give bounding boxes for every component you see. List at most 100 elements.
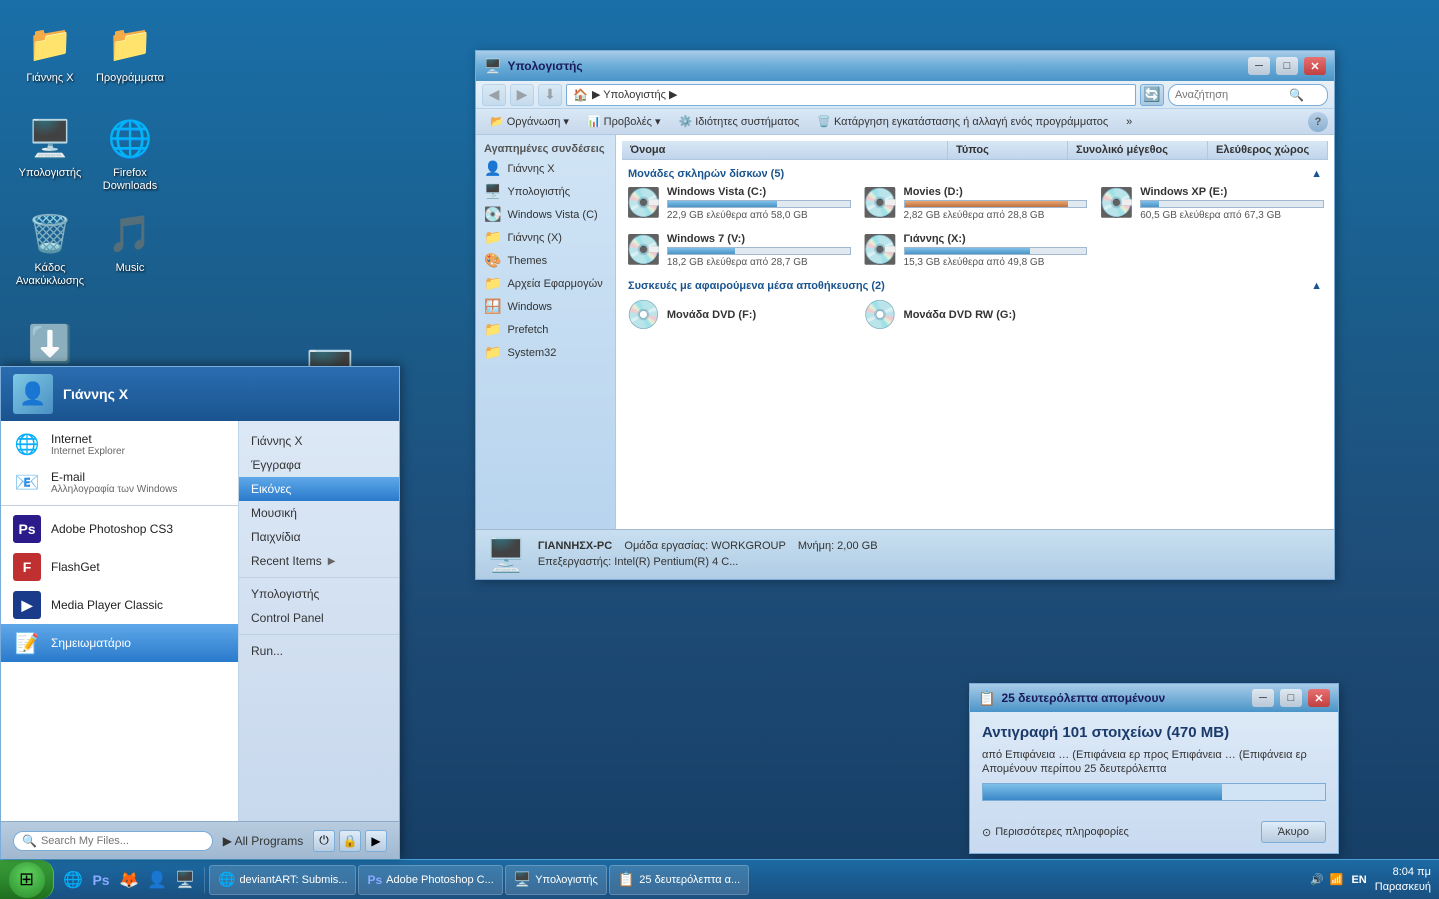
sidebar-item-prefetch[interactable]: 📁 Prefetch (476, 318, 615, 341)
disk-item-xp-e[interactable]: 💽 Windows XP (E:) 60,5 GB ελεύθερα από 6… (1095, 182, 1328, 225)
all-programs-link[interactable]: ▶ All Programs (223, 834, 304, 848)
language-indicator[interactable]: EN (1351, 874, 1366, 886)
views-menu[interactable]: 📊 Προβολές ▾ (579, 113, 669, 130)
power-button[interactable]: ⏻ (313, 830, 335, 852)
sm-right-user[interactable]: Γιάννης Χ (239, 429, 399, 453)
tray-icons: 🔊 📶 (1310, 873, 1343, 886)
sidebar-item-vista-c[interactable]: 💽 Windows Vista (C) (476, 203, 615, 226)
dvd-item-g[interactable]: 💿 Μονάδα DVD RW (G:) (859, 294, 1092, 335)
sm-right-recent[interactable]: Recent Items ▶ (239, 549, 399, 573)
mediaplayer-icon: ▶ (13, 591, 41, 619)
disk-item-vista-c[interactable]: 💽 Windows Vista (C:) 22,9 GB ελεύθερα απ… (622, 182, 855, 225)
section-collapse-icon[interactable]: ▲ (1311, 168, 1322, 180)
sm-item-photoshop[interactable]: Ps Adobe Photoshop CS3 (1, 510, 238, 548)
taskbar-item-deviantart[interactable]: 🌐 deviantART: Submis... (209, 865, 356, 895)
sm-right-music[interactable]: Μουσική (239, 501, 399, 525)
uninstall-btn[interactable]: 🗑️ Κατάργηση εγκατάστασης ή αλλαγή ενός … (809, 113, 1116, 130)
search-input-fe[interactable] (1175, 89, 1285, 101)
ql-ie-icon[interactable]: 🌐 (60, 867, 86, 893)
sm-footer-left: 🔍 (13, 831, 213, 851)
desktop-icon-firefox[interactable]: 🌐 FirefoxDownloads (90, 115, 170, 193)
sm-right-pictures[interactable]: Εικόνες (239, 477, 399, 501)
taskbar-item-photoshop[interactable]: Ps Adobe Photoshop C... (358, 865, 502, 895)
ql-ps-icon[interactable]: Ps (88, 867, 114, 893)
system-properties-btn[interactable]: ⚙️ Ιδιότητες συστήματος (671, 113, 808, 130)
sm-item-internet[interactable]: 🌐 Internet Internet Explorer (1, 425, 238, 463)
views-icon: 📊 (587, 115, 601, 128)
ql-user-icon[interactable]: 👤 (144, 867, 170, 893)
sidebar-item-computer[interactable]: 🖥️ Υπολογιστής (476, 180, 615, 203)
sidebar-item-themes[interactable]: 🎨 Themes (476, 249, 615, 272)
ql-show-desktop-icon[interactable]: 🖥️ (172, 867, 198, 893)
back-button[interactable]: ◀ (482, 84, 506, 106)
organize-menu[interactable]: 📂 Οργάνωση ▾ (482, 113, 577, 130)
col-free[interactable]: Ελεύθερος χώρος (1208, 141, 1328, 159)
dvd-g-icon: 💿 (863, 298, 898, 331)
removable-collapse-icon[interactable]: ▲ (1311, 280, 1322, 292)
maximize-button[interactable]: □ (1276, 57, 1298, 75)
disk-bar-bg-0 (667, 200, 851, 208)
copy-maximize-button[interactable]: □ (1280, 689, 1302, 707)
start-button[interactable]: ⊞ (0, 860, 54, 899)
appfiles-icon: 📁 (484, 275, 501, 292)
disk-bar-bg-4 (904, 247, 1088, 255)
col-total[interactable]: Συνολικό μέγεθος (1068, 141, 1208, 159)
computer-icon: 🖥️ (26, 115, 74, 163)
search-box-fe[interactable]: 🔍 (1168, 84, 1328, 106)
help-button[interactable]: ? (1308, 112, 1328, 132)
copy-minimize-button[interactable]: ─ (1252, 689, 1274, 707)
sidebar-item-user-x[interactable]: 📁 Γιάννης (Χ) (476, 226, 615, 249)
window-app-icon: 🖥️ (484, 58, 501, 75)
cancel-button-copy[interactable]: Άκυρο (1261, 821, 1326, 843)
copy-close-button[interactable]: ✕ (1308, 689, 1330, 707)
desktop-icon-computer[interactable]: 🖥️ Υπολογιστής (10, 115, 90, 180)
copy-taskbar-icon: 📋 (618, 871, 635, 888)
taskbar-item-copy[interactable]: 📋 25 δευτερόλεπτα α... (609, 865, 749, 895)
col-name[interactable]: Όνομα (622, 141, 948, 159)
dvd-item-f[interactable]: 💿 Μονάδα DVD (F:) (622, 294, 855, 335)
taskbar: ⊞ 🌐 Ps 🦊 👤 🖥️ 🌐 deviantART: Submis... Ps… (0, 859, 1439, 899)
ql-firefox-icon[interactable]: 🦊 (116, 867, 142, 893)
sm-item-mediaplayer[interactable]: ▶ Media Player Classic (1, 586, 238, 624)
up-button[interactable]: ⬇ (538, 84, 562, 106)
disk-grid: 💽 Windows Vista (C:) 22,9 GB ελεύθερα απ… (622, 182, 1328, 272)
disk-item-win7-v[interactable]: 💽 Windows 7 (V:) 18,2 GB ελεύθερα από 28… (622, 229, 855, 272)
sidebar-item-appfiles[interactable]: 📁 Αρχεία Εφαρμογών (476, 272, 615, 295)
desktop-icon-user-folder[interactable]: 📁 Γιάννης Χ (10, 20, 90, 85)
search-box[interactable]: 🔍 (13, 831, 213, 851)
refresh-button[interactable]: 🔄 (1140, 84, 1164, 106)
address-bar[interactable]: 🏠 ▶ Υπολογιστής ▶ (566, 84, 1136, 106)
desktop-icon-music[interactable]: 🎵 Music (90, 210, 170, 275)
network-tray-icon[interactable]: 📶 (1330, 873, 1344, 886)
sm-item-notepad[interactable]: 📝 Σημειωματάριο (1, 624, 238, 662)
sm-right-games[interactable]: Παιχνίδια (239, 525, 399, 549)
close-button[interactable]: ✕ (1304, 57, 1326, 75)
sm-item-email[interactable]: 📧 E-mail Αλληλογραφία των Windows (1, 463, 238, 501)
minimize-button[interactable]: ─ (1248, 57, 1270, 75)
system-tray: 🔊 📶 EN 8:04 πμ Παρασκευή (1302, 860, 1439, 899)
lock-button[interactable]: 🔒 (339, 830, 361, 852)
col-type[interactable]: Τύπος (948, 141, 1068, 159)
sidebar-item-windows[interactable]: 🪟 Windows (476, 295, 615, 318)
dvd-f-icon: 💿 (626, 298, 661, 331)
sm-right-computer[interactable]: Υπολογιστής (239, 582, 399, 606)
search-input[interactable] (41, 835, 181, 847)
more-menu[interactable]: » (1118, 114, 1140, 130)
desktop-icon-programs[interactable]: 📁 Προγράμματα (90, 20, 170, 85)
disk-item-giannhs-x[interactable]: 💽 Γιάννης (Χ:) 15,3 GB ελεύθερα από 49,8… (859, 229, 1092, 272)
sidebar-item-user[interactable]: 👤 Γιάννης Χ (476, 157, 615, 180)
clock: 8:04 πμ Παρασκευή (1375, 865, 1431, 894)
dvd-grid: 💿 Μονάδα DVD (F:) 💿 Μονάδα DVD RW (G:) (622, 294, 1328, 335)
desktop-icon-recycle[interactable]: 🗑️ ΚάδοςΑνακύκλωσης (10, 210, 90, 288)
sidebar-item-system32[interactable]: 📁 System32 (476, 341, 615, 364)
forward-button[interactable]: ▶ (510, 84, 534, 106)
sm-right-documents[interactable]: Έγγραφα (239, 453, 399, 477)
volume-icon[interactable]: 🔊 (1310, 873, 1324, 886)
sm-item-flashget[interactable]: F FlashGet (1, 548, 238, 586)
disk-item-movies-d[interactable]: 💽 Movies (D:) 2,82 GB ελεύθερα από 28,8 … (859, 182, 1092, 225)
switch-user-button[interactable]: ▶ (365, 830, 387, 852)
more-info-btn[interactable]: ⊙ Περισσότερες πληροφορίες (982, 826, 1129, 839)
taskbar-item-computer[interactable]: 🖥️ Υπολογιστής (505, 865, 607, 895)
sm-right-run[interactable]: Run... (239, 639, 399, 663)
sm-right-control-panel[interactable]: Control Panel (239, 606, 399, 630)
